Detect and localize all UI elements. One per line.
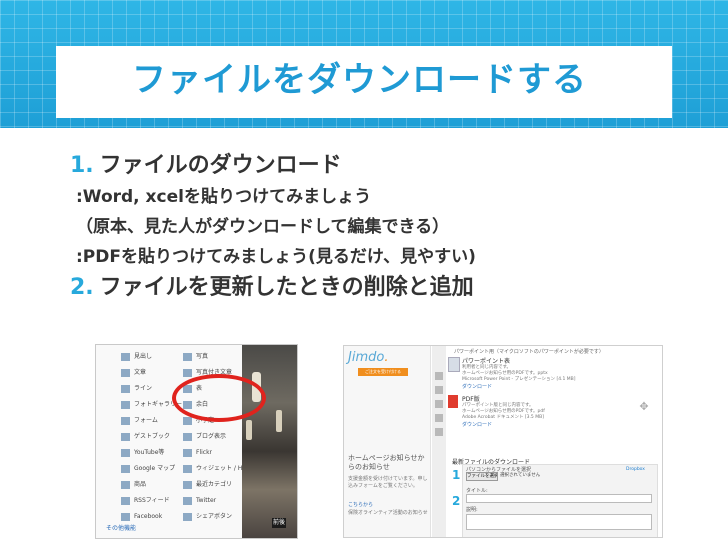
file-item-pdf: PDF版 パワーポイント版と同じ内容です。 ホームページお知らせ用のPDFです。… bbox=[448, 394, 616, 428]
menu-item-share[interactable]: シェアボタン bbox=[180, 509, 246, 525]
menu-item-text[interactable]: 文章 bbox=[118, 365, 184, 381]
menu-item-twitter[interactable]: Twitter bbox=[180, 493, 246, 509]
bullet-number-1: 1. bbox=[70, 153, 94, 178]
jimdo-logo: Jimdo. bbox=[348, 350, 389, 365]
pdf-file-icon bbox=[448, 395, 458, 408]
corner-badge: 前後 bbox=[272, 518, 286, 528]
menu-item-product[interactable]: 商品 bbox=[118, 477, 184, 493]
bullet-number-2: 2. bbox=[70, 275, 94, 300]
page-title: ファイルをダウンロードする bbox=[132, 60, 587, 100]
download-link[interactable]: ダウンロード bbox=[462, 383, 616, 390]
choose-file-button[interactable]: ファイルを選択 bbox=[466, 472, 498, 481]
lantern-decoration-small-right bbox=[276, 410, 282, 432]
menu-item-category[interactable]: 最近カテゴリ bbox=[180, 477, 246, 493]
line-icon bbox=[121, 384, 130, 393]
rss-icon bbox=[121, 496, 130, 505]
product-icon bbox=[121, 480, 130, 489]
menu-item-form[interactable]: フォーム bbox=[118, 413, 184, 429]
delete-icon[interactable] bbox=[435, 428, 443, 436]
widget-icon bbox=[183, 464, 192, 473]
highlight-circle bbox=[172, 374, 266, 422]
blog-icon bbox=[183, 432, 192, 441]
step-number-2: 2 bbox=[452, 494, 461, 508]
news-text-2: 保険オラインティア活動のお知らせ bbox=[348, 510, 428, 516]
news-link[interactable]: こちらから bbox=[348, 501, 373, 508]
move-down-icon[interactable] bbox=[435, 414, 443, 422]
pptx-file-icon bbox=[448, 357, 460, 372]
copy-icon[interactable] bbox=[435, 386, 443, 394]
menu-item-flickr[interactable]: Flickr bbox=[180, 445, 246, 461]
menu-item-photo[interactable]: 写真 bbox=[180, 349, 246, 365]
menu-item-widget[interactable]: ウィジェット / HTML bbox=[180, 461, 255, 477]
sub-bullet-word: :Word, xcelを貼りつけてみましょう bbox=[76, 187, 372, 207]
calendar-icon bbox=[183, 416, 192, 425]
download-link[interactable]: ダウンロード bbox=[462, 421, 616, 428]
map-icon bbox=[121, 464, 130, 473]
bullet-item-2: 2. ファイルを更新したときの削除と追加 bbox=[70, 272, 710, 304]
video-icon bbox=[121, 448, 130, 457]
move-up-icon[interactable] bbox=[435, 400, 443, 408]
news-title: ホームページお知らせからのお知らせ bbox=[348, 454, 425, 471]
element-toolbar bbox=[432, 346, 446, 537]
bullet-item-1: 1. ファイルのダウンロード bbox=[70, 150, 710, 182]
site-sidebar: Jimdo. ご注文を受け付ける ホームページお知らせからのお知らせ 支援金額を… bbox=[344, 346, 431, 537]
sub-bullet-pdf: :PDFを貼りつけてみましょう(見るだけ、見やすい) bbox=[76, 247, 476, 267]
menu-item-map[interactable]: Google マップ bbox=[118, 461, 184, 477]
menu-item-video[interactable]: YouTube等 bbox=[118, 445, 184, 461]
screenshot-element-menu: 見出し 写真 文章 写真付き文章 ライン 表 フォトギャラリー 余白 フォーム … bbox=[95, 344, 298, 539]
powerpoint-note: パワーポイント用（マイクロソフトのパワーポイントが必要です） bbox=[454, 349, 604, 355]
text-photo-icon bbox=[183, 368, 192, 377]
title-input[interactable] bbox=[466, 494, 652, 503]
edit-icon[interactable] bbox=[435, 372, 443, 380]
sub-bullet-original: （原本、見た人がダウンロードして編集できる） bbox=[76, 217, 450, 237]
bullet-text-1: ファイルのダウンロード bbox=[99, 153, 342, 178]
download-widget-area: パワーポイント用（マイクロソフトのパワーポイントが必要です） パワーポイント表 … bbox=[448, 346, 660, 537]
move-handle-icon[interactable]: ✥ bbox=[638, 401, 650, 413]
menu-item-guestbook[interactable]: ゲストブック bbox=[118, 429, 184, 445]
heading-icon bbox=[121, 352, 130, 361]
description-input[interactable] bbox=[466, 514, 652, 530]
file-name: パワーポイント表 bbox=[462, 358, 511, 365]
dropbox-link[interactable]: Dropbox bbox=[626, 467, 645, 472]
order-button[interactable]: ご注文を受け付ける bbox=[358, 368, 408, 376]
no-file-text: 選択されていません bbox=[500, 473, 541, 478]
facebook-icon bbox=[121, 512, 130, 521]
guestbook-icon bbox=[121, 432, 130, 441]
category-icon bbox=[183, 480, 192, 489]
menu-item-rss[interactable]: RSSフィード bbox=[118, 493, 184, 509]
description-field-label: 説明: bbox=[466, 507, 478, 513]
more-functions-link[interactable]: その他機能 bbox=[106, 523, 136, 532]
step-number-1: 1 bbox=[452, 468, 461, 482]
lantern-decoration-small bbox=[246, 420, 252, 440]
photo-icon bbox=[183, 352, 192, 361]
flickr-icon bbox=[183, 448, 192, 457]
gallery-icon bbox=[121, 400, 130, 409]
form-icon bbox=[121, 416, 130, 425]
share-icon bbox=[183, 512, 192, 521]
shrine-photo bbox=[242, 345, 297, 538]
slide-body: 1. ファイルのダウンロード :Word, xcelを貼りつけてみましょう （原本… bbox=[70, 150, 710, 304]
file-name: PDF版 bbox=[462, 396, 480, 403]
menu-item-blog[interactable]: ブログ表示 bbox=[180, 429, 246, 445]
bullet-text-2: ファイルを更新したときの削除と追加 bbox=[99, 275, 474, 300]
news-text: 支援金額を受け付けています。申し込みフォームをご覧ください。 bbox=[348, 476, 428, 489]
screenshot-jimdo-editor: Jimdo. ご注文を受け付ける ホームページお知らせからのお知らせ 支援金額を… bbox=[343, 345, 663, 538]
text-icon bbox=[121, 368, 130, 377]
title-field-label: タイトル: bbox=[466, 488, 488, 494]
menu-item-heading[interactable]: 見出し bbox=[118, 349, 184, 365]
file-item-pptx: パワーポイント表 利用者と同じ内容です。 ホームページお知らせ用のPDFです。p… bbox=[448, 356, 616, 390]
twitter-icon bbox=[183, 496, 192, 505]
